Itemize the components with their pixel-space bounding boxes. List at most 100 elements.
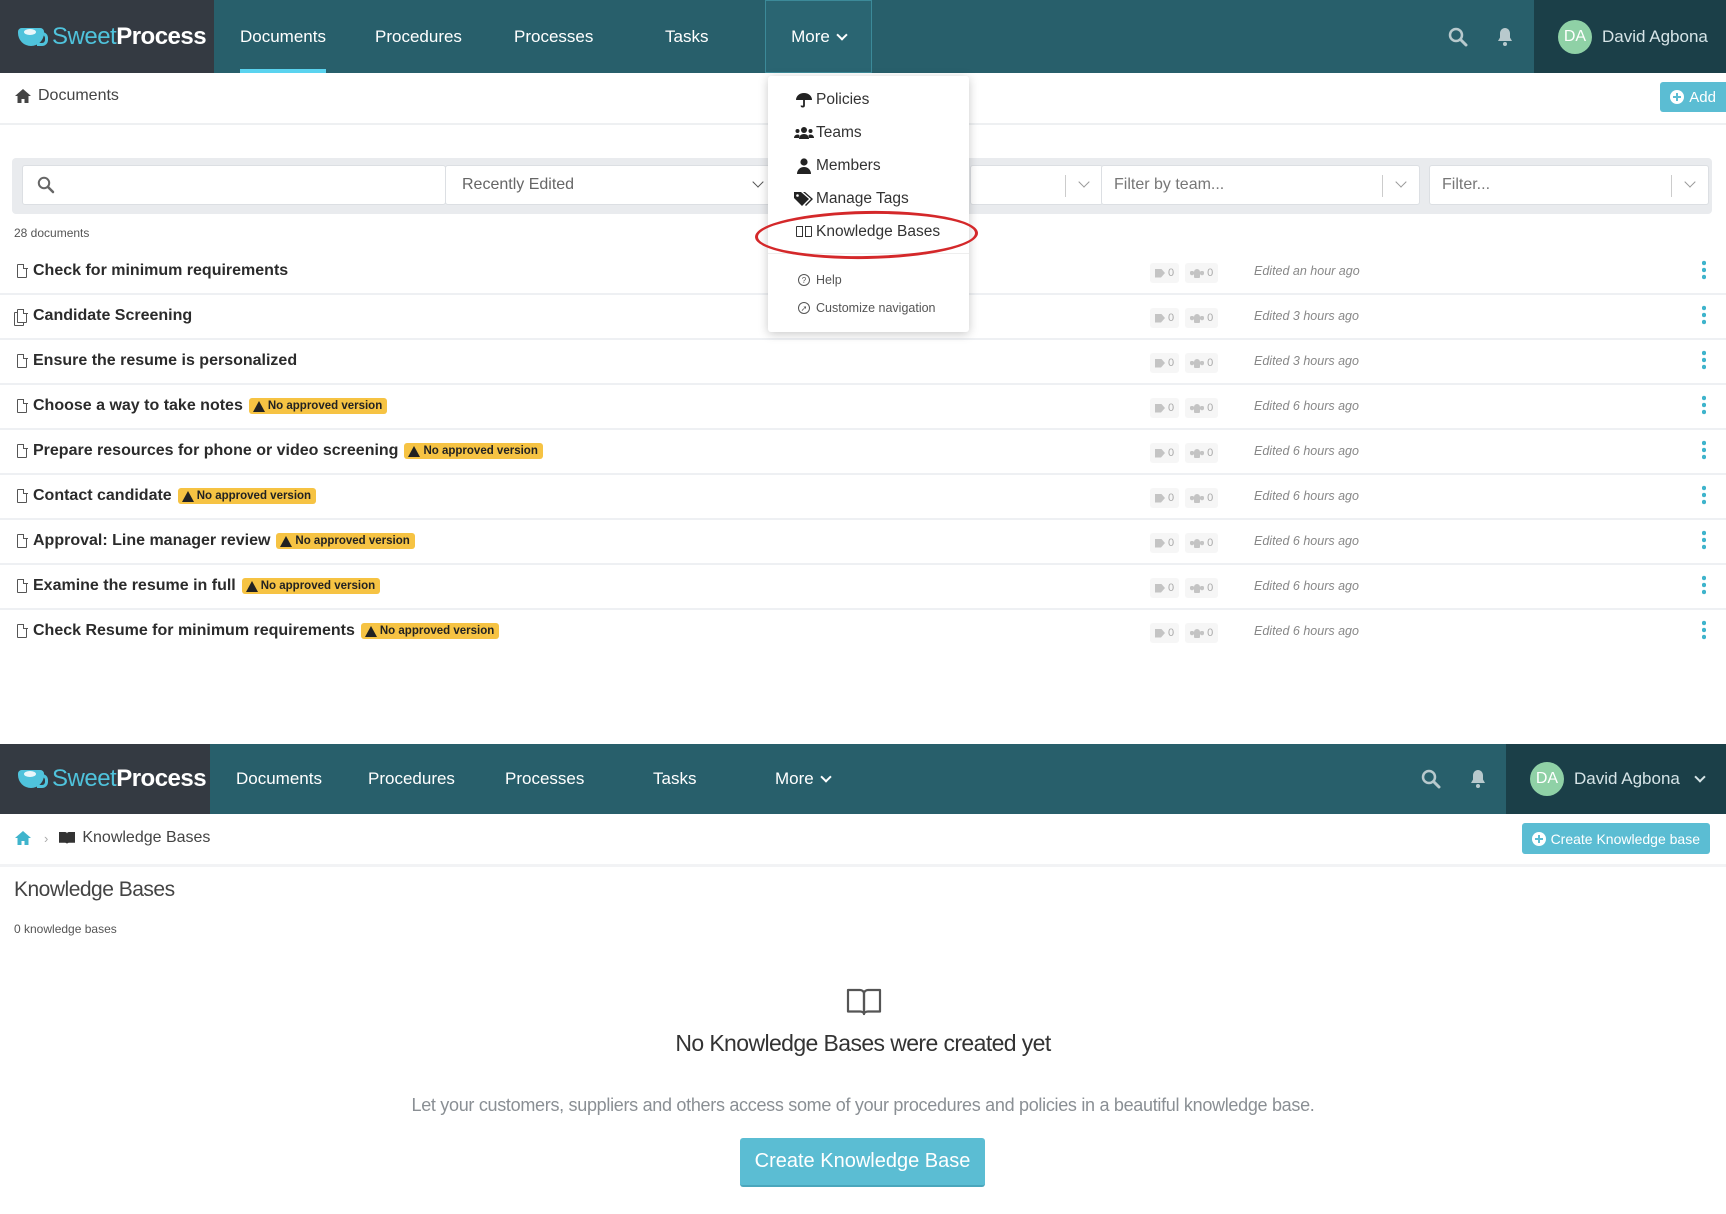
document-row[interactable]: Check Resume for minimum requirements No … [0, 610, 1726, 655]
tag-count[interactable]: 0 [1150, 353, 1180, 373]
brand-logo[interactable]: Sweet Process [0, 744, 210, 814]
brand-logo[interactable]: Sweet Process [0, 0, 214, 73]
nav-tasks-label: Tasks [665, 26, 709, 46]
document-row[interactable]: Choose a way to take notes No approved ve… [0, 385, 1726, 430]
tag-count[interactable]: 0 [1150, 623, 1180, 643]
menu-item-manage-tags[interactable]: Manage Tags [794, 190, 909, 208]
search-input[interactable] [22, 165, 446, 205]
no-approved-version-badge: No approved version [241, 578, 381, 594]
team-count[interactable]: 0 [1185, 398, 1219, 418]
nav-procedures-label: Procedures [368, 769, 455, 788]
nav-documents[interactable]: Documents [236, 744, 322, 814]
document-meta: 00 [1150, 353, 1224, 373]
nav-more[interactable]: More [775, 744, 832, 814]
more-options-icon[interactable] [1702, 620, 1706, 640]
document-row[interactable]: Approval: Line manager review No approved… [0, 520, 1726, 565]
create-knowledge-base-button[interactable]: Create Knowledge base [1521, 823, 1710, 854]
nav-more[interactable]: More [765, 0, 872, 73]
empty-state-description: Let your customers, suppliers and others… [411, 1095, 1315, 1115]
document-row[interactable]: Ensure the resume is personalized 0 0 Edite… [0, 340, 1726, 385]
tag-count-value: 0 [1168, 357, 1175, 369]
search-button[interactable] [1448, 0, 1468, 73]
team-count-value: 0 [1207, 402, 1214, 414]
document-title-link[interactable]: Approval: Line manager review No approved… [17, 532, 415, 550]
document-title-link[interactable]: Candidate Screening [17, 307, 192, 325]
nav-tasks[interactable]: Tasks [653, 744, 696, 814]
more-options-icon[interactable] [1702, 350, 1706, 370]
search-button[interactable] [1421, 744, 1441, 814]
tag-count[interactable]: 0 [1150, 578, 1180, 598]
more-options-icon[interactable] [1702, 575, 1706, 595]
team-count[interactable]: 0 [1185, 578, 1219, 598]
user-menu[interactable]: DA David Agbona [1506, 744, 1726, 814]
filter-select[interactable]: Filter... [1429, 165, 1709, 205]
document-row[interactable]: Examine the resume in full No approved ve… [0, 565, 1726, 610]
document-title-link[interactable]: Prepare resources for phone or video scr… [17, 442, 543, 460]
notifications-button[interactable] [1496, 0, 1514, 73]
nav-processes[interactable]: Processes [505, 744, 584, 814]
menu-item-members[interactable]: Members [794, 157, 881, 175]
team-count[interactable]: 0 [1185, 533, 1219, 553]
notifications-button[interactable] [1469, 744, 1487, 814]
warning-icon [280, 535, 293, 547]
nav-processes[interactable]: Processes [514, 0, 593, 73]
home-icon[interactable] [14, 830, 32, 846]
warning-icon [252, 400, 265, 412]
team-count[interactable]: 0 [1185, 443, 1219, 463]
user-menu[interactable]: DA David Agbona [1534, 0, 1726, 73]
more-options-icon[interactable] [1702, 485, 1706, 505]
nav-tasks[interactable]: Tasks [665, 0, 708, 73]
no-approved-version-badge: No approved version [404, 443, 543, 459]
tag-count[interactable]: 0 [1150, 533, 1180, 553]
tag-count[interactable]: 0 [1150, 443, 1180, 463]
more-options-icon[interactable] [1702, 260, 1706, 280]
team-count[interactable]: 0 [1185, 308, 1219, 328]
document-title-link[interactable]: Examine the resume in full No approved ve… [17, 577, 381, 595]
nav-procedures[interactable]: Procedures [368, 744, 455, 814]
nav-documents[interactable]: Documents [240, 0, 326, 73]
document-meta: 00 [1150, 263, 1224, 283]
team-count[interactable]: 0 [1185, 488, 1219, 508]
more-options-icon[interactable] [1702, 530, 1706, 550]
plus-circle-icon [1531, 831, 1546, 846]
document-title-link[interactable]: Ensure the resume is personalized [17, 352, 297, 370]
tag-count[interactable]: 0 [1150, 263, 1180, 283]
tag-count[interactable]: 0 [1150, 398, 1180, 418]
document-title-link[interactable]: Contact candidate No approved version [17, 487, 317, 505]
sort-select[interactable]: Recently Edited [445, 165, 775, 205]
team-count[interactable]: 0 [1185, 263, 1219, 283]
filter-select-hidden[interactable] [970, 165, 1103, 205]
team-count-value: 0 [1207, 312, 1214, 324]
document-title: Approval: Line manager review [33, 532, 271, 549]
more-options-icon[interactable] [1702, 440, 1706, 460]
document-row[interactable]: Prepare resources for phone or video scr… [0, 430, 1726, 475]
document-title-link[interactable]: Check for minimum requirements [17, 262, 288, 280]
create-knowledge-base-cta[interactable]: Create Knowledge Base [740, 1138, 985, 1187]
team-count-value: 0 [1207, 357, 1214, 369]
team-count[interactable]: 0 [1185, 623, 1219, 643]
document-row[interactable]: Contact candidate No approved version 0 0 Ed… [0, 475, 1726, 520]
menu-item-teams[interactable]: Teams [794, 124, 862, 142]
menu-item-policies[interactable]: Policies [794, 91, 869, 109]
search-icon [1421, 769, 1441, 789]
document-title-link[interactable]: Choose a way to take notes No approved ve… [17, 397, 388, 415]
chevron-down-icon [836, 28, 848, 41]
team-count[interactable]: 0 [1185, 353, 1219, 373]
home-icon[interactable] [14, 88, 32, 104]
tag-count[interactable]: 0 [1150, 488, 1180, 508]
team-filter-select[interactable]: Filter by team... [1101, 165, 1420, 205]
menu-item-help[interactable]: ? Help [794, 273, 842, 287]
more-options-icon[interactable] [1702, 305, 1706, 325]
tag-count[interactable]: 0 [1150, 308, 1180, 328]
more-options-icon[interactable] [1702, 395, 1706, 415]
menu-item-customize-navigation[interactable]: ➚ Customize navigation [794, 301, 936, 315]
document-meta: 00 [1150, 578, 1224, 598]
select-separator [1671, 175, 1672, 197]
edited-timestamp: Edited 6 hours ago [1254, 534, 1359, 548]
coffee-cup-icon [18, 768, 48, 790]
breadcrumb-bar: › Knowledge Bases [0, 816, 1726, 867]
add-button[interactable]: Add [1660, 82, 1726, 112]
document-title-link[interactable]: Check Resume for minimum requirements No … [17, 622, 500, 640]
nav-procedures[interactable]: Procedures [375, 0, 462, 73]
users-icon [1190, 583, 1205, 593]
